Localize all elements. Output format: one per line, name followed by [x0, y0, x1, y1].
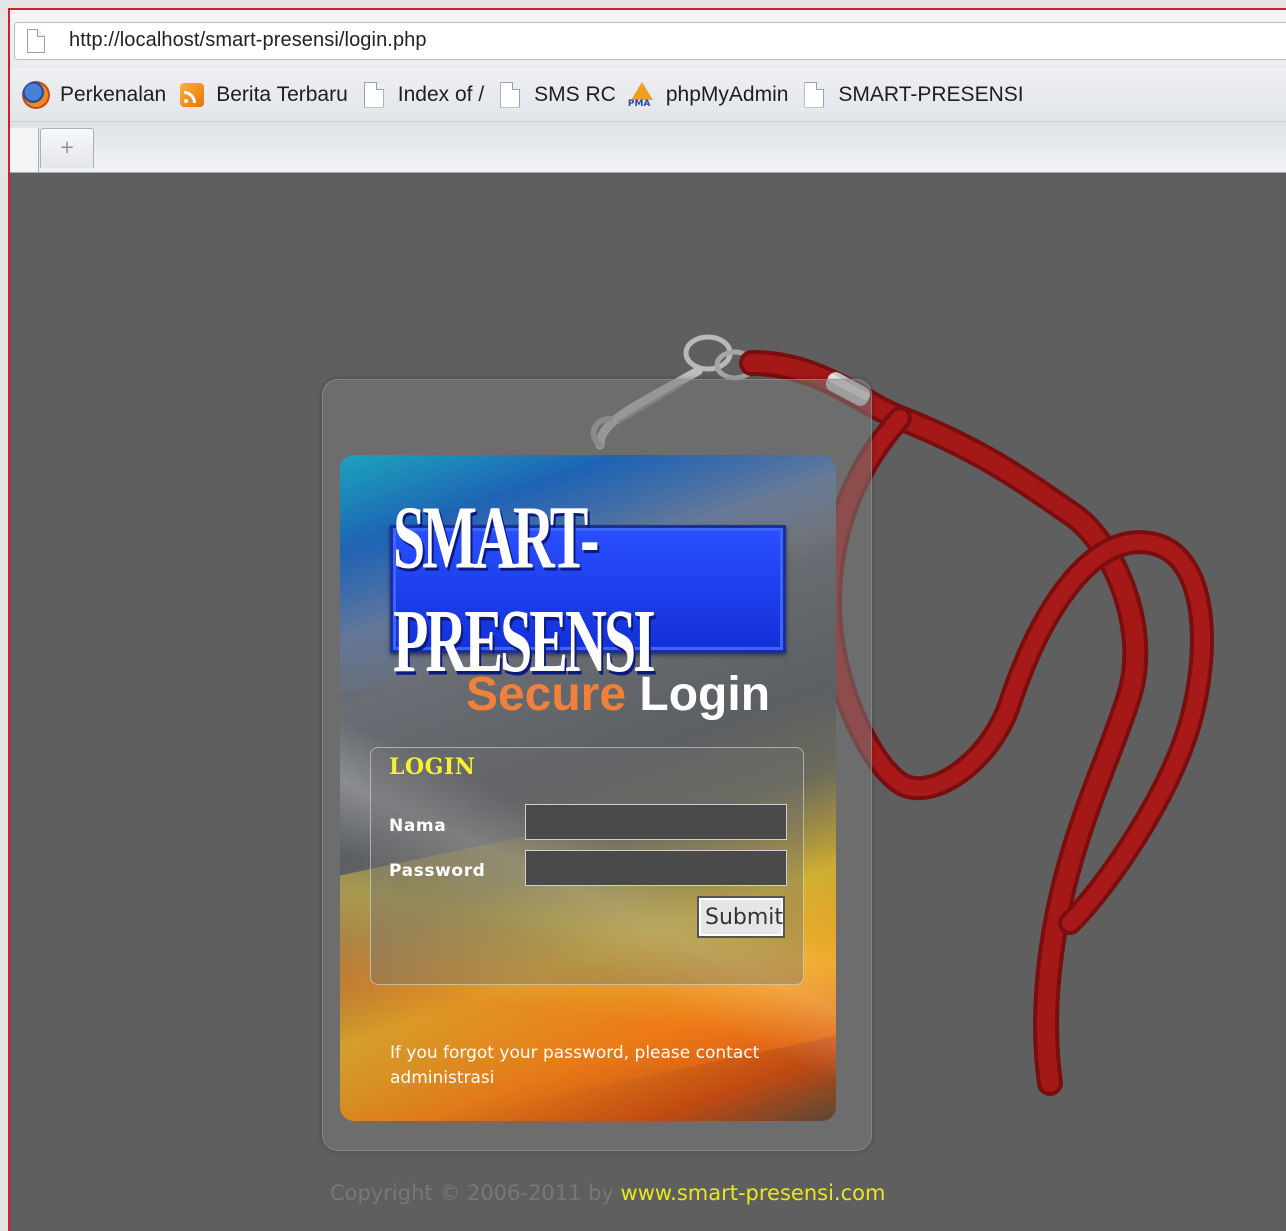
firefox-icon — [22, 80, 50, 109]
footer-website-link[interactable]: www.smart-presensi.com — [621, 1181, 886, 1205]
heading-login: Login — [639, 668, 771, 721]
password-label: Password — [389, 861, 486, 881]
bookmark-label: SMART-PRESENSI — [838, 82, 1024, 106]
nama-input[interactable] — [525, 804, 787, 840]
bookmark-phpmyadmin[interactable]: PMA phpMyAdmin — [628, 81, 789, 109]
browser-window: http://localhost/smart-presensi/login.ph… — [8, 8, 1286, 1231]
bookmark-label: phpMyAdmin — [665, 82, 789, 106]
logo-text: SMART-PRESENSI — [393, 486, 656, 692]
url-text[interactable]: http://localhost/smart-presensi/login.ph… — [69, 29, 427, 52]
new-tab-button[interactable]: + — [40, 128, 94, 168]
phpmyadmin-icon: PMA — [628, 81, 656, 109]
bookmark-perkenalan[interactable]: Perkenalan — [22, 80, 167, 109]
page-icon — [27, 29, 45, 53]
smart-presensi-logo: SMART-PRESENSI — [390, 487, 786, 691]
page-icon — [496, 81, 524, 109]
forgot-password-text: If you forgot your password, please cont… — [390, 1043, 760, 1088]
bookmark-berita-terbaru[interactable]: Berita Terbaru — [178, 81, 348, 109]
bookmark-sms-rc[interactable]: SMS RC — [496, 81, 616, 109]
page-content: SMART-PRESENSI Secure Login LOGIN Nama P… — [10, 173, 1286, 1231]
page-icon — [800, 81, 828, 109]
tab-bar: + — [10, 122, 1286, 173]
tab-current[interactable] — [10, 128, 39, 172]
bookmark-index-of[interactable]: Index of / — [360, 81, 484, 109]
tab-strip-background — [94, 148, 1286, 172]
login-form-panel: LOGIN Nama Password Submit — [370, 747, 804, 985]
submit-button[interactable]: Submit — [697, 896, 785, 938]
copyright-footer: Copyright © 2006-2011 by www.smart-prese… — [330, 1181, 885, 1205]
page-icon — [360, 81, 388, 109]
copyright-text: Copyright © 2006-2011 by — [330, 1181, 621, 1205]
bookmark-label: Perkenalan — [60, 82, 167, 106]
bookmark-label: Index of / — [397, 82, 485, 106]
bookmark-smart-presensi[interactable]: SMART-PRESENSI — [800, 81, 1024, 109]
login-card: SMART-PRESENSI Secure Login LOGIN Nama P… — [340, 455, 836, 1121]
address-bar-row: http://localhost/smart-presensi/login.ph… — [10, 10, 1286, 68]
secure-login-heading: Secure Login — [340, 667, 836, 722]
bookmarks-toolbar: Perkenalan Berita Terbaru Index of / SMS… — [10, 68, 1286, 122]
password-input[interactable] — [525, 850, 787, 886]
nama-label: Nama — [389, 816, 447, 836]
bookmark-label: Berita Terbaru — [216, 82, 348, 106]
heading-secure: Secure — [465, 668, 627, 721]
bookmark-label: SMS RC — [534, 82, 616, 106]
login-panel-title: LOGIN — [389, 754, 476, 780]
address-bar[interactable]: http://localhost/smart-presensi/login.ph… — [14, 22, 1286, 60]
rss-icon — [178, 81, 206, 109]
